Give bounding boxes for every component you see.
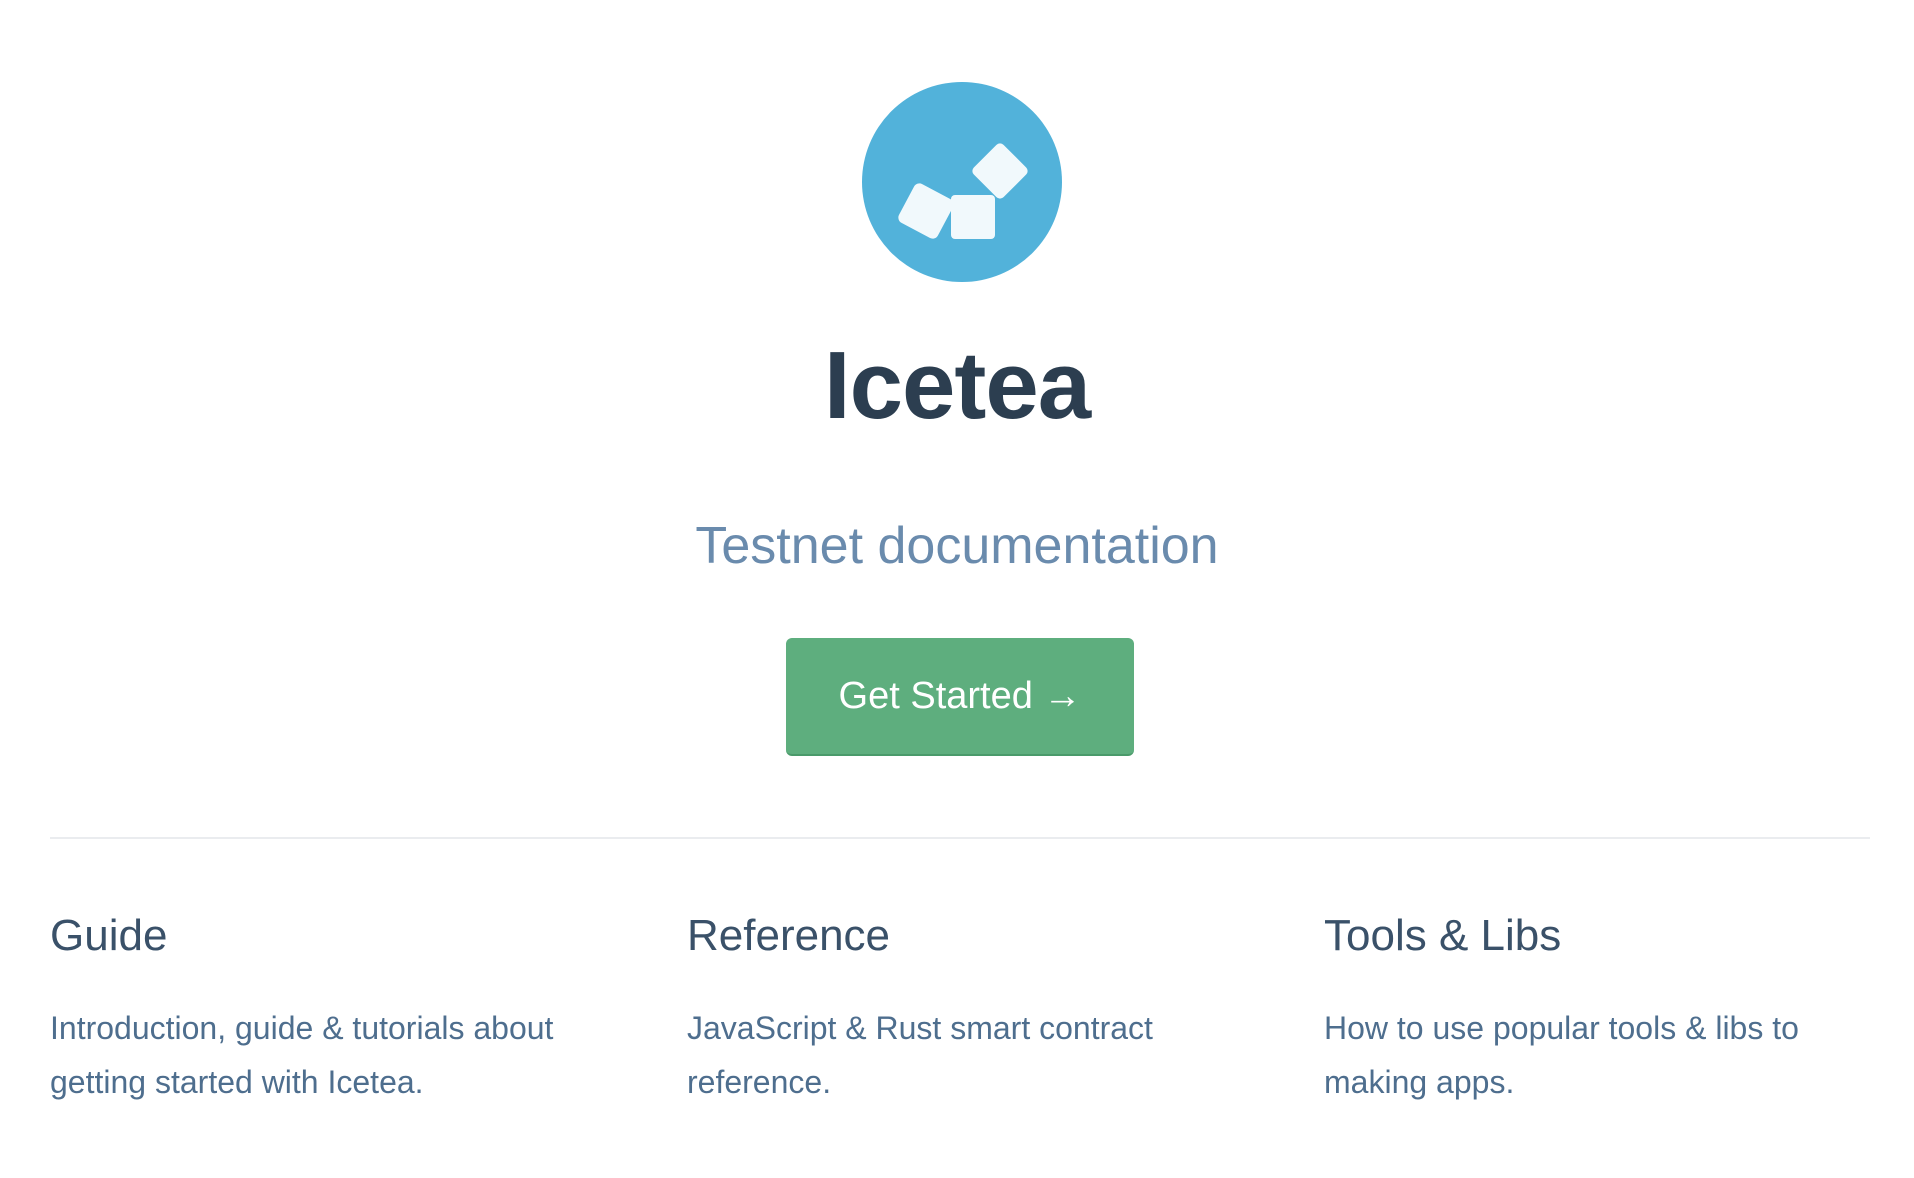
feature-guide: Guide Introduction, guide & tutorials ab… — [50, 910, 687, 1110]
section-divider — [50, 837, 1870, 839]
get-started-button[interactable]: Get Started → — [786, 638, 1134, 756]
feature-title: Tools & Libs — [1324, 911, 1562, 960]
feature-description: Introduction, guide & tutorials about ge… — [50, 1009, 554, 1101]
feature-reference: Reference JavaScript & Rust smart contra… — [687, 910, 1324, 1110]
feature-description: How to use popular tools & libs to makin… — [1324, 1009, 1799, 1101]
home-page: Icetea Testnet documentation Get Started… — [0, 0, 1914, 1178]
feature-title: Reference — [687, 911, 891, 960]
feature-tools-libs: Tools & Libs How to use popular tools & … — [1324, 910, 1870, 1110]
features-section: Guide Introduction, guide & tutorials ab… — [50, 910, 1870, 1110]
ice-cubes-logo-icon — [862, 82, 1062, 282]
page-subtitle: Testnet documentation — [695, 517, 1219, 575]
page-title: Icetea — [823, 332, 1091, 439]
feature-description: JavaScript & Rust smart contract referen… — [687, 1009, 1153, 1101]
feature-title: Guide — [50, 911, 168, 960]
